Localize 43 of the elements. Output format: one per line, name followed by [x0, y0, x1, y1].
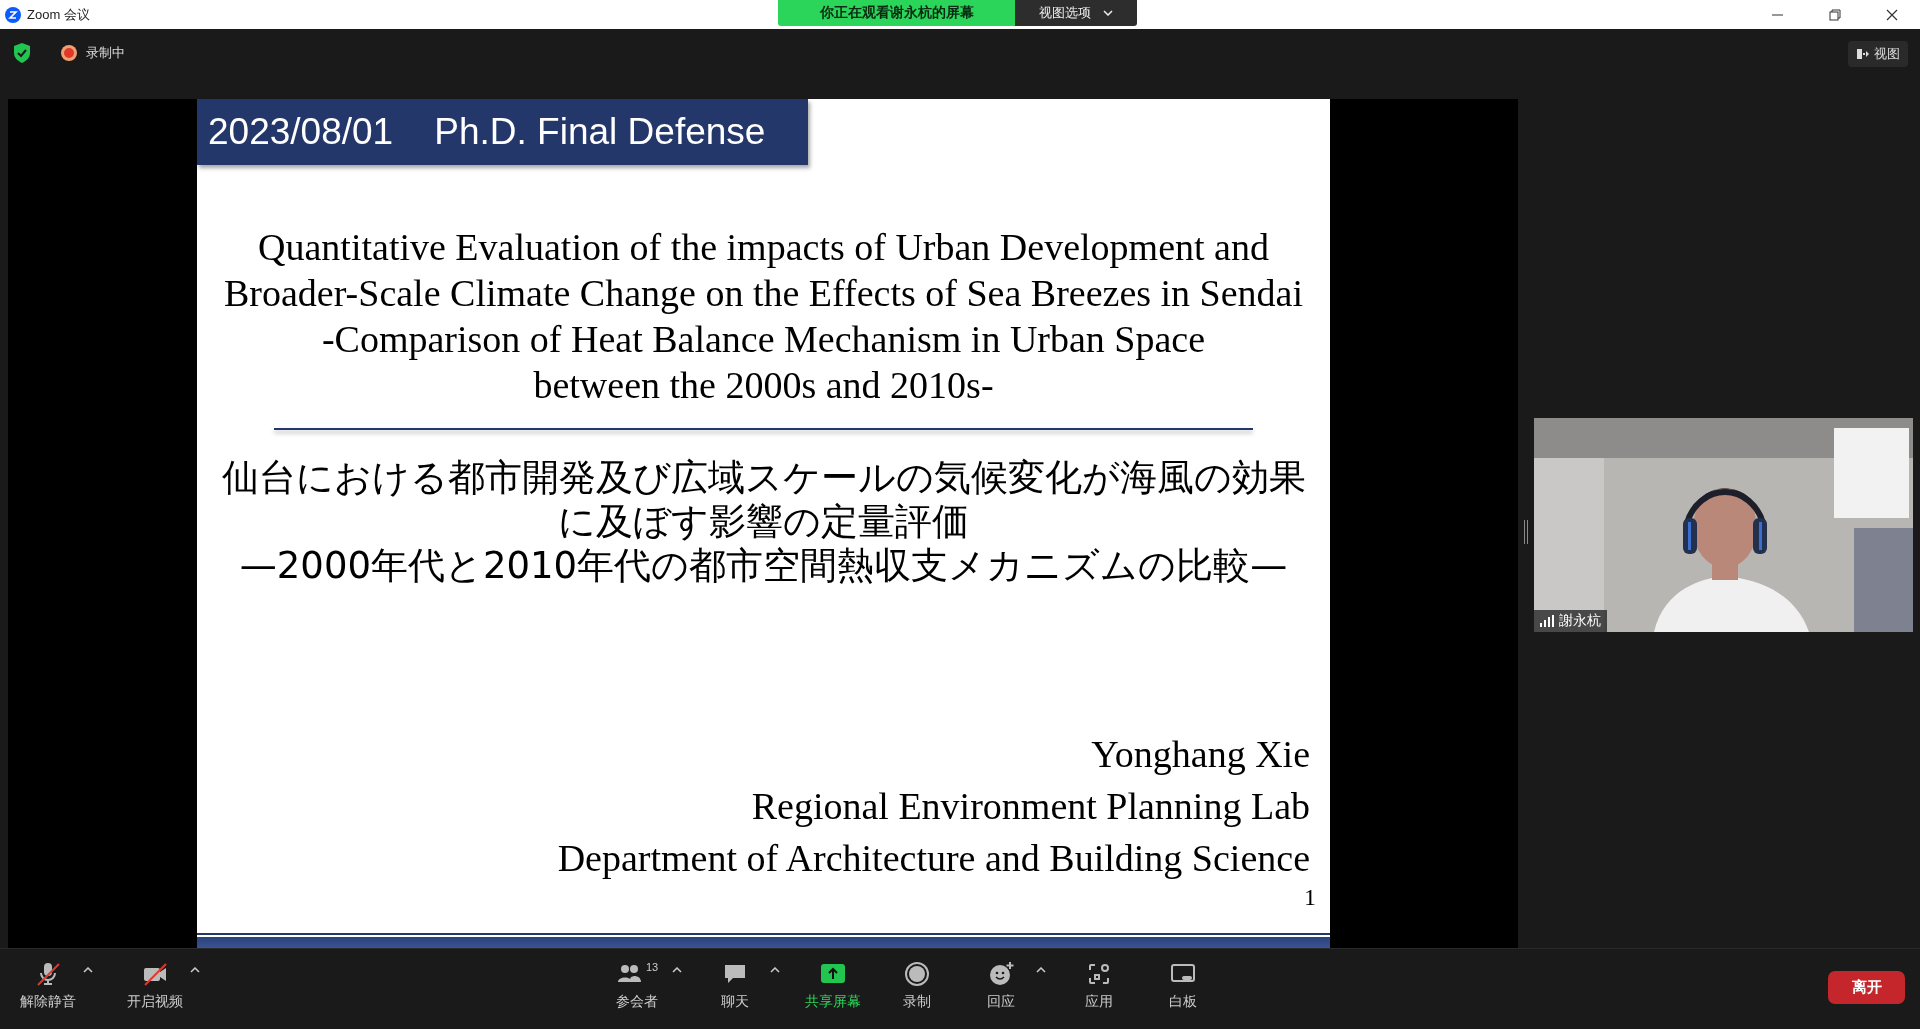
- record-button[interactable]: 录制: [886, 957, 948, 1011]
- title-line: Broader-Scale Climate Change on the Effects of Sea Breezes in Sendai: [223, 271, 1304, 316]
- caret-icon[interactable]: [672, 967, 682, 973]
- author-line: Regional Environment Planning Lab: [751, 784, 1310, 829]
- japanese-title-line: に及ぼす影響の定量評価: [558, 500, 969, 544]
- zoom-logo-icon: [5, 6, 21, 23]
- japanese-title-line: —2000年代と2010年代の都市空間熱収支メカニズムの比較—: [239, 544, 1288, 588]
- participant-name: 謝永杭: [1559, 612, 1601, 630]
- share-button[interactable]: 共享屏幕: [802, 957, 864, 1011]
- chat-button[interactable]: 聊天: [704, 957, 766, 1011]
- title-line: -Comparison of Heat Balance Mechanism in Urban Space: [321, 317, 1206, 362]
- recording-label: 录制中: [86, 44, 125, 62]
- japanese-title-line: 仙台における都市開発及び広域スケールの気候変化が海風の効果: [221, 456, 1306, 500]
- page-number: 1: [1304, 884, 1317, 910]
- apps-button[interactable]: 应用: [1068, 957, 1130, 1011]
- mic-button[interactable]: 解除静音: [17, 957, 79, 1011]
- shield-icon[interactable]: [12, 42, 32, 64]
- caret-icon[interactable]: [190, 967, 200, 973]
- sidebar-icon: [1856, 48, 1870, 60]
- recording-icon: [60, 44, 78, 62]
- share-banner: 你正在观看谢永杭的屏幕: [778, 0, 1015, 26]
- caret-icon[interactable]: [1036, 967, 1046, 973]
- title-line: between the 2000s and 2010s-: [533, 363, 994, 408]
- camera-button[interactable]: 开启视频: [124, 957, 186, 1011]
- participant-count: 13: [645, 961, 659, 973]
- view-options-button[interactable]: 视图选项: [1015, 0, 1137, 26]
- caret-icon[interactable]: [770, 967, 780, 973]
- view-button[interactable]: 视图: [1848, 41, 1908, 67]
- slide-header: 2023/08/01 Ph.D. Final Defense: [197, 99, 808, 165]
- close-icon: [1885, 8, 1898, 21]
- title-line: Quantitative Evaluation of the impacts of Urban Development and: [258, 225, 1269, 270]
- restore-icon: [1828, 8, 1841, 21]
- signal-icon: [1540, 615, 1554, 627]
- resize-handle[interactable]: [1524, 520, 1528, 544]
- window-title: Zoom 会议: [27, 5, 90, 24]
- caret-icon[interactable]: [83, 967, 93, 973]
- author-line: Yonghang Xie: [1091, 732, 1310, 777]
- leave-button[interactable]: 离开: [1828, 971, 1905, 1004]
- whiteboard-button[interactable]: 白板: [1152, 957, 1214, 1011]
- reactions-button[interactable]: 回应: [970, 957, 1032, 1011]
- minimize-icon: [1772, 13, 1783, 16]
- participants-button[interactable]: 13 参会者: [606, 957, 668, 1011]
- author-line: Department of Architecture and Building Science: [557, 836, 1310, 881]
